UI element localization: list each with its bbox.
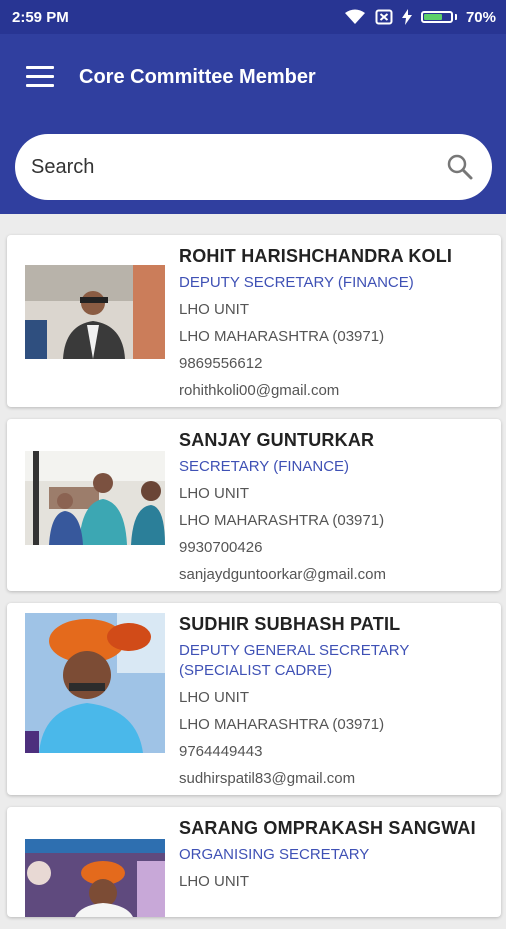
status-bar: 2:59 PM 70% bbox=[0, 0, 506, 34]
wifi-icon bbox=[344, 9, 365, 24]
member-circle: LHO MAHARASHTRA (03971) bbox=[179, 328, 385, 345]
member-photo bbox=[25, 839, 165, 917]
search-bar bbox=[15, 134, 492, 200]
member-info: SANJAY GUNTURKAR SECRETARY (FINANCE) LHO… bbox=[179, 429, 491, 585]
member-card[interactable]: ROHIT HARISHCHANDRA KOLI DEPUTY SECRETAR… bbox=[7, 235, 501, 407]
member-card[interactable]: SUDHIR SUBHASH PATIL DEPUTY GENERAL SECR… bbox=[7, 603, 501, 795]
member-unit: LHO UNIT bbox=[179, 873, 250, 890]
member-email[interactable]: sudhirspatil83@gmail.com bbox=[179, 769, 491, 789]
search-input[interactable] bbox=[29, 154, 446, 180]
member-circle: LHO MAHARASHTRA (03971) bbox=[179, 716, 385, 733]
member-unit: LHO UNIT bbox=[179, 485, 250, 502]
member-card[interactable]: SANJAY GUNTURKAR SECRETARY (FINANCE) LHO… bbox=[7, 419, 501, 591]
member-phone[interactable]: 9869556612 bbox=[179, 354, 491, 374]
member-email[interactable]: rohithkoli00@gmail.com bbox=[179, 381, 491, 401]
member-card[interactable]: SARANG OMPRAKASH SANGWAI ORGANISING SECR… bbox=[7, 807, 501, 917]
member-photo bbox=[25, 451, 165, 545]
member-list: ROHIT HARISHCHANDRA KOLI DEPUTY SECRETAR… bbox=[7, 235, 501, 929]
member-info: SARANG OMPRAKASH SANGWAI ORGANISING SECR… bbox=[179, 817, 491, 892]
member-phone[interactable]: 9764449443 bbox=[179, 742, 491, 762]
member-info: ROHIT HARISHCHANDRA KOLI DEPUTY SECRETAR… bbox=[179, 245, 491, 401]
member-circle: LHO MAHARASHTRA (03971) bbox=[179, 512, 385, 529]
status-time: 2:59 PM bbox=[12, 8, 69, 26]
member-email[interactable]: sanjaydguntoorkar@gmail.com bbox=[179, 565, 491, 585]
member-info: SUDHIR SUBHASH PATIL DEPUTY GENERAL SECR… bbox=[179, 613, 491, 789]
member-photo bbox=[25, 613, 165, 753]
battery-percent: 70% bbox=[465, 8, 496, 26]
member-name: SANJAY GUNTURKAR bbox=[179, 430, 375, 450]
member-designation: ORGANISING SECRETARY bbox=[179, 846, 370, 863]
page-title: Core Committee Member bbox=[79, 66, 316, 88]
member-unit: LHO UNIT bbox=[179, 689, 250, 706]
member-designation: SECRETARY (FINANCE) bbox=[179, 458, 350, 475]
hamburger-menu-icon[interactable] bbox=[26, 66, 54, 88]
member-designation: DEPUTY GENERAL SECRETARY (SPECIALIST CAD… bbox=[179, 642, 410, 679]
search-icon[interactable] bbox=[446, 153, 474, 181]
battery-icon bbox=[420, 11, 457, 23]
member-photo bbox=[25, 265, 165, 359]
member-unit: LHO UNIT bbox=[179, 301, 250, 318]
member-designation: DEPUTY SECRETARY (FINANCE) bbox=[179, 274, 414, 291]
member-name: ROHIT HARISHCHANDRA KOLI bbox=[179, 246, 453, 266]
charging-icon bbox=[401, 9, 412, 25]
app-bar: Core Committee Member bbox=[0, 34, 506, 214]
member-phone[interactable]: 9930700426 bbox=[179, 538, 491, 558]
status-icons: 70% bbox=[344, 9, 496, 26]
member-name: SUDHIR SUBHASH PATIL bbox=[179, 614, 401, 634]
member-name: SARANG OMPRAKASH SANGWAI bbox=[179, 818, 476, 838]
no-sim-icon bbox=[375, 9, 393, 25]
